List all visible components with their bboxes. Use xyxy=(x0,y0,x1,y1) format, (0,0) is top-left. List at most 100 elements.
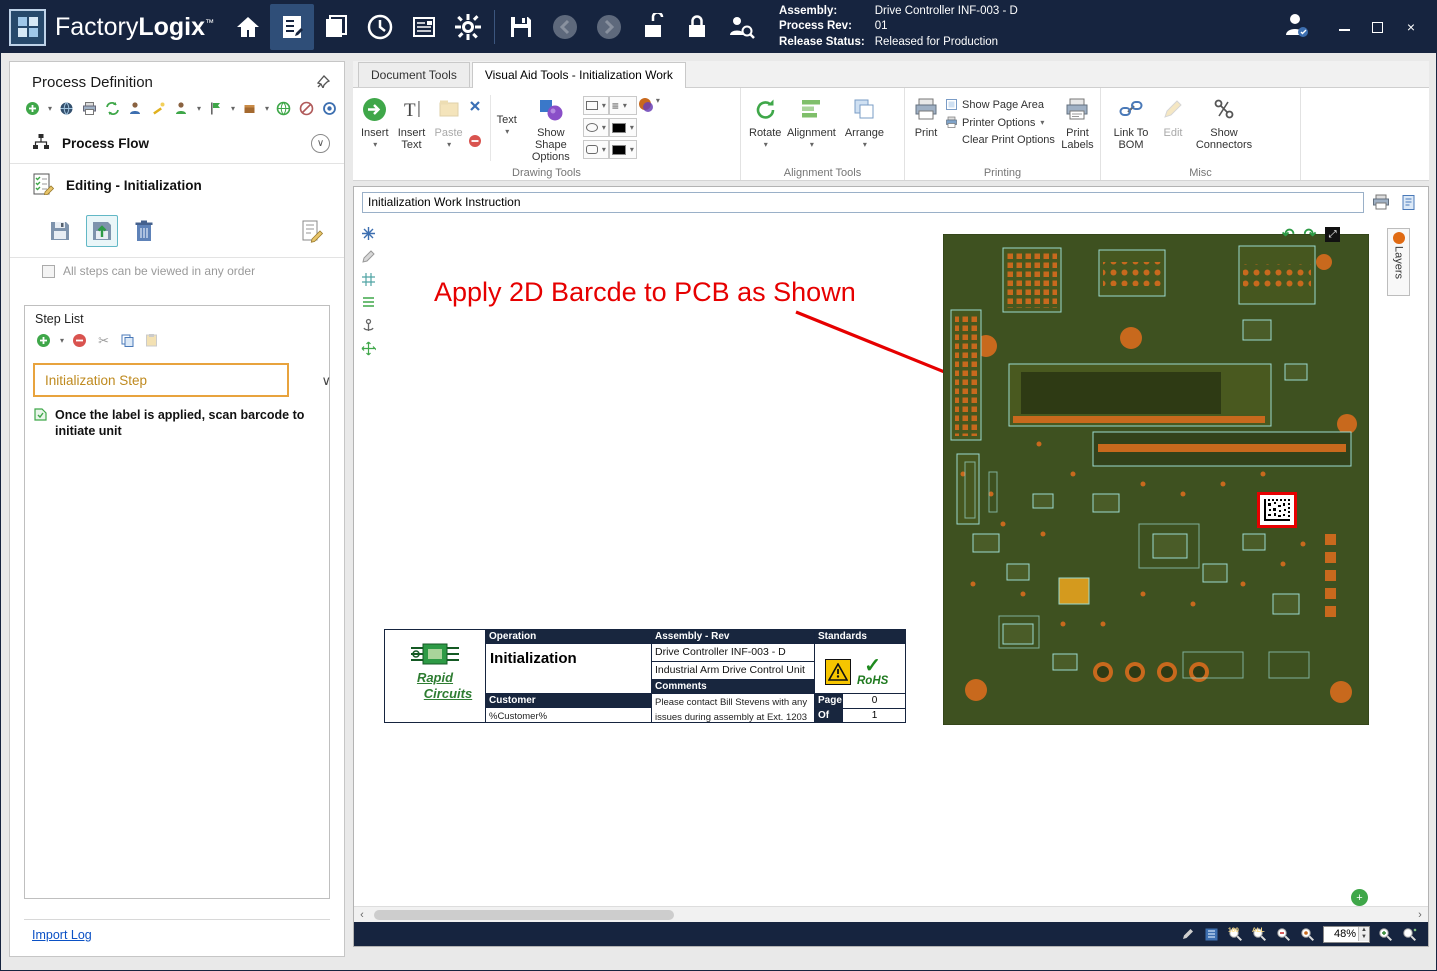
package-icon[interactable] xyxy=(241,100,258,117)
lock-button[interactable] xyxy=(675,4,719,50)
flag-icon[interactable] xyxy=(207,100,224,117)
draw-tool-icon[interactable] xyxy=(360,248,376,264)
sync-icon[interactable] xyxy=(104,100,121,117)
list-tool-icon[interactable] xyxy=(360,294,376,310)
zoom-all-button[interactable]: ALL xyxy=(1251,926,1268,943)
edit-document-icon[interactable] xyxy=(1398,192,1420,212)
dropdown-arrow-icon[interactable]: ▾ xyxy=(197,104,201,113)
dropdown-arrow-icon[interactable]: ▾ xyxy=(60,336,64,345)
scroll-left-icon[interactable]: ‹ xyxy=(354,909,370,921)
print-labels-button[interactable]: Print Labels xyxy=(1059,91,1096,154)
back-button[interactable] xyxy=(543,4,587,50)
add-step-icon[interactable] xyxy=(35,332,52,349)
redo-icon[interactable]: ↷ xyxy=(1304,227,1317,242)
remove-shape-icon[interactable] xyxy=(467,132,484,149)
zoom-in-button[interactable] xyxy=(1377,926,1394,943)
printer-options-option[interactable]: Printer Options▾ xyxy=(945,116,1055,129)
arrange-button[interactable]: Arrange▾ xyxy=(839,91,889,154)
add-icon[interactable] xyxy=(24,100,41,117)
zoom-input[interactable] xyxy=(1324,927,1358,942)
anchor-tool-icon[interactable] xyxy=(360,317,376,333)
pan-tool-icon[interactable] xyxy=(360,340,376,356)
scroll-right-icon[interactable]: › xyxy=(1412,909,1428,921)
production-button[interactable] xyxy=(358,4,402,50)
dropdown-arrow-icon[interactable]: ▾ xyxy=(265,104,269,113)
save-import-button[interactable] xyxy=(86,215,118,247)
pin-icon[interactable] xyxy=(317,75,330,91)
step-item-initialization[interactable]: Initialization Step ∨ xyxy=(33,363,289,397)
user-icon[interactable] xyxy=(1281,10,1311,45)
pcb-image[interactable] xyxy=(943,234,1369,725)
show-page-area-option[interactable]: Show Page Area xyxy=(945,98,1055,111)
paste-button[interactable]: Paste▾ xyxy=(433,91,465,154)
any-order-checkbox[interactable] xyxy=(42,265,55,278)
reports-button[interactable] xyxy=(402,4,446,50)
zoom-spin-up[interactable]: ▲ xyxy=(1359,927,1369,934)
fill-color-combo[interactable]: ▾ xyxy=(609,140,637,159)
clear-print-options-option[interactable]: Clear Print Options xyxy=(945,134,1055,146)
delete-step-button[interactable] xyxy=(128,215,160,247)
insert-text-button[interactable]: TInsert Text xyxy=(391,91,433,154)
horizontal-scrollbar[interactable]: ‹ › xyxy=(354,906,1428,922)
print-preview-icon[interactable] xyxy=(1370,192,1392,212)
minimize-button[interactable] xyxy=(1339,23,1350,31)
shape-rect-combo[interactable]: ▾ xyxy=(583,96,609,115)
show-shape-options-button[interactable]: Show Shape Options xyxy=(519,91,583,166)
line-color-combo[interactable]: ▾ xyxy=(609,118,637,137)
grid-tool-icon[interactable] xyxy=(360,271,376,287)
print-button[interactable]: Print xyxy=(911,91,941,142)
user-assign-icon[interactable] xyxy=(127,100,144,117)
visual-aid-canvas[interactable]: Apply 2D Barcde to PCB as Shown xyxy=(354,217,1428,906)
home-button[interactable] xyxy=(226,4,270,50)
zoom-region-button[interactable] xyxy=(1299,926,1316,943)
settings-button[interactable] xyxy=(446,4,490,50)
scrollbar-thumb[interactable] xyxy=(374,910,674,920)
delete-shape-icon[interactable] xyxy=(467,97,484,114)
save-button[interactable] xyxy=(499,4,543,50)
tab-document-tools[interactable]: Document Tools xyxy=(358,62,470,87)
chevron-down-icon[interactable]: ∨ xyxy=(321,373,331,389)
edit-notes-button[interactable] xyxy=(296,215,328,247)
board-view-icon[interactable] xyxy=(1203,926,1220,943)
user-green-icon[interactable] xyxy=(173,100,190,117)
layers-tab[interactable]: Layers xyxy=(1387,228,1410,296)
remove-step-icon[interactable] xyxy=(71,332,88,349)
materials-button[interactable] xyxy=(314,4,358,50)
web-icon[interactable] xyxy=(275,100,292,117)
globe-icon[interactable] xyxy=(58,100,75,117)
select-tool-icon[interactable] xyxy=(360,225,376,241)
expand-icon[interactable]: ⤢ xyxy=(1325,227,1340,242)
print-icon[interactable] xyxy=(81,100,98,117)
zoom-fit-button[interactable] xyxy=(1401,926,1418,943)
annotation-text[interactable]: Apply 2D Barcde to PCB as Shown xyxy=(434,277,856,308)
rotate-button[interactable]: Rotate▾ xyxy=(747,91,783,154)
dropdown-arrow-icon[interactable]: ▾ xyxy=(231,104,235,113)
pen-tool-icon[interactable] xyxy=(1179,926,1196,943)
copy-icon[interactable] xyxy=(119,332,136,349)
paste-icon[interactable] xyxy=(143,332,160,349)
trace-search-button[interactable] xyxy=(719,4,763,50)
edit-button[interactable]: Edit xyxy=(1155,91,1191,142)
show-connectors-button[interactable]: Show Connectors xyxy=(1191,91,1257,154)
work-instruction-label[interactable]: Rapid Circuits Operation Assembly - Rev … xyxy=(384,629,906,723)
shape-ellipse-combo[interactable]: ▾ xyxy=(583,118,609,137)
save-step-button[interactable] xyxy=(44,215,76,247)
link-to-bom-button[interactable]: Link To BOM xyxy=(1107,91,1155,154)
wand-icon[interactable] xyxy=(150,100,167,117)
close-button[interactable]: × xyxy=(1404,20,1418,34)
undo-icon[interactable]: ↶ xyxy=(1282,227,1295,242)
process-flow-row[interactable]: Process Flow ∨ xyxy=(10,124,344,163)
process-definition-button[interactable] xyxy=(270,4,314,50)
theme-combo[interactable]: ▾ xyxy=(637,91,660,114)
text-button[interactable]: Text▾ xyxy=(495,91,519,161)
barcode-highlight[interactable] xyxy=(1257,492,1297,528)
import-log-link[interactable]: Import Log xyxy=(32,928,92,942)
forward-button[interactable] xyxy=(587,4,631,50)
record-icon[interactable] xyxy=(321,100,338,117)
insert-button[interactable]: Insert▾ xyxy=(359,91,391,154)
unlock-button[interactable] xyxy=(631,4,675,50)
zoom-fit-icon[interactable]: + xyxy=(1351,889,1368,906)
disabled-icon[interactable] xyxy=(298,100,315,117)
alignment-button[interactable]: Alignment▾ xyxy=(783,91,839,154)
zoom-out-button[interactable] xyxy=(1275,926,1292,943)
